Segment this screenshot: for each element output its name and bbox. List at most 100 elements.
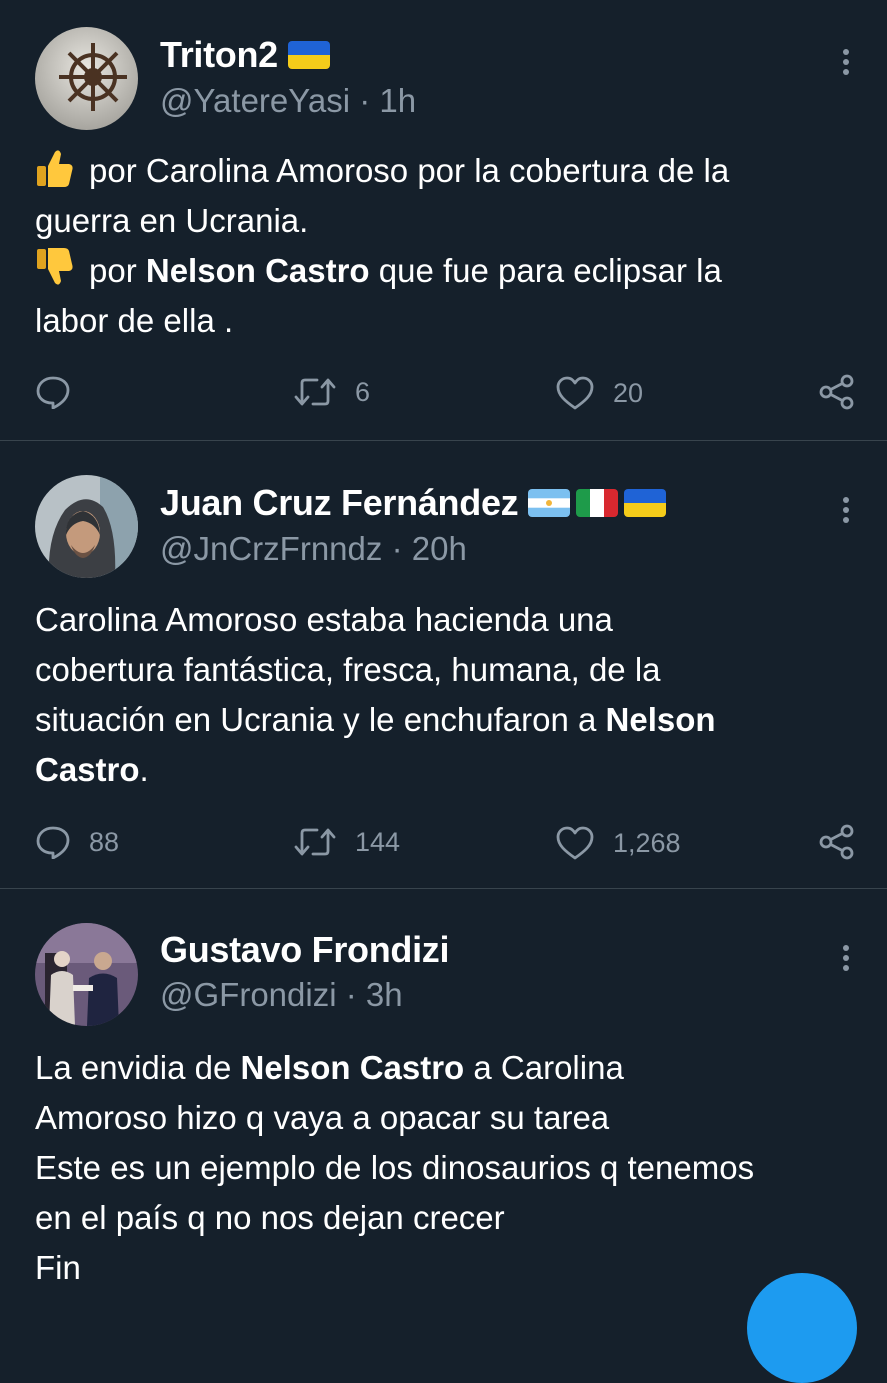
reply-icon	[36, 826, 70, 859]
italy-flag-icon	[576, 489, 619, 517]
separator: ·	[391, 530, 403, 567]
ukraine-flag-icon	[624, 489, 667, 517]
share-icon	[819, 374, 854, 410]
author-handle[interactable]: @GFrondizi	[160, 976, 337, 1013]
action-bar: 88 144 1,268	[0, 817, 887, 867]
tweet-line: cobertura fantástica, fresca, humana, de…	[35, 645, 865, 695]
separator: ·	[345, 976, 357, 1013]
timestamp[interactable]: 1h	[379, 82, 416, 119]
author-name[interactable]: Juan Cruz Fernández	[160, 482, 519, 524]
action-bar: 6 20	[0, 367, 887, 417]
handle-row: @JnCrzFrnndz · 20h	[160, 530, 467, 568]
tweet-line: situación en Ucrania y le enchufaron a N…	[35, 695, 865, 745]
line-text: labor de ella .	[35, 302, 234, 339]
handle-row: @GFrondizi · 3h	[160, 976, 403, 1014]
flag-list	[287, 41, 330, 69]
tweet-body: por Carolina Amoroso por la cobertura de…	[35, 146, 865, 346]
tweet-juan-cruz[interactable]: Juan Cruz Fernández @JnCrzFrnndz · 20h C…	[0, 441, 887, 888]
author-name[interactable]: Gustavo Frondizi	[160, 929, 450, 971]
more-dots-icon	[843, 943, 849, 973]
mention-bold: Nelson	[605, 701, 716, 738]
line-text: en el país q no nos dejan crecer	[35, 1199, 505, 1236]
photo-avatar-image	[35, 923, 138, 1026]
line-text: guerra en Ucrania.	[35, 202, 309, 239]
timestamp[interactable]: 3h	[366, 976, 403, 1013]
flag-list	[528, 489, 667, 517]
heart-icon	[556, 826, 594, 860]
more-options-button[interactable]	[826, 42, 866, 82]
mention-bold: Nelson Castro	[240, 1049, 465, 1086]
retweet-button[interactable]: 6	[293, 375, 370, 409]
tweet-line: por Carolina Amoroso por la cobertura de…	[35, 146, 865, 196]
ship-wheel-avatar-image	[35, 27, 138, 130]
heart-icon	[556, 376, 594, 410]
line-text: que fue para eclipsar la	[369, 252, 722, 289]
share-icon	[819, 824, 854, 860]
person-avatar-image	[35, 475, 138, 578]
tweet-line: Amoroso hizo q vaya a opacar su tarea	[35, 1093, 865, 1143]
argentina-flag-icon	[528, 489, 571, 517]
author-handle[interactable]: @YatereYasi	[160, 82, 350, 119]
retweet-button[interactable]: 144	[293, 825, 400, 859]
timestamp[interactable]: 20h	[412, 530, 467, 567]
more-dots-icon	[843, 47, 849, 77]
tweet-line: guerra en Ucrania.	[35, 196, 865, 246]
tweet-line: labor de ella .	[35, 296, 865, 346]
thumbs-up-icon	[35, 146, 75, 190]
retweet-count: 144	[355, 826, 401, 857]
line-text: situación en Ucrania y le enchufaron a	[35, 701, 606, 738]
tweet-line: Fin	[35, 1243, 865, 1293]
share-button[interactable]	[818, 373, 856, 411]
compose-tweet-button[interactable]	[747, 1273, 857, 1383]
thumbs-down-icon	[35, 246, 75, 290]
line-text: por	[89, 252, 146, 289]
author-row: Gustavo Frondizi	[160, 929, 450, 971]
author-row: Triton2	[160, 34, 330, 76]
more-options-button[interactable]	[826, 938, 866, 978]
tweet-line: Este es un ejemplo de los dinosaurios q …	[35, 1143, 865, 1193]
retweet-icon	[294, 378, 336, 406]
retweet-count: 6	[355, 376, 371, 407]
like-button[interactable]: 20	[555, 375, 643, 411]
line-text: Amoroso hizo q vaya a opacar su tarea	[35, 1099, 610, 1136]
avatar-juan-cruz[interactable]	[35, 475, 138, 578]
author-handle[interactable]: @JnCrzFrnndz	[160, 530, 382, 567]
tweet-line: La envidia de Nelson Castro a Carolina	[35, 1043, 865, 1093]
more-dots-icon	[843, 495, 849, 525]
tweet-body: La envidia de Nelson Castro a Carolina A…	[35, 1043, 865, 1293]
line-text: Este es un ejemplo de los dinosaurios q …	[35, 1149, 755, 1186]
line-text: por Carolina Amoroso por la cobertura de…	[89, 152, 730, 189]
tweet-line: por Nelson Castro que fue para eclipsar …	[35, 246, 865, 296]
separator: ·	[359, 82, 371, 119]
more-options-button[interactable]	[826, 490, 866, 530]
author-name[interactable]: Triton2	[160, 34, 278, 76]
tweet-triton2[interactable]: Triton2 @YatereYasi · 1h por Carolina Am…	[0, 0, 887, 440]
mention-bold: Castro	[35, 751, 140, 788]
line-text: cobertura fantástica, fresca, humana, de…	[35, 651, 661, 688]
reply-button[interactable]: 88	[35, 825, 119, 859]
handle-row: @YatereYasi · 1h	[160, 82, 416, 120]
tweet-line: Carolina Amoroso estaba hacienda una	[35, 595, 865, 645]
ukraine-flag-icon	[287, 41, 330, 69]
line-text: Fin	[35, 1249, 81, 1286]
retweet-icon	[294, 828, 336, 856]
reply-icon	[36, 376, 70, 409]
avatar-gustavo[interactable]	[35, 923, 138, 1026]
line-text: La envidia de	[35, 1049, 241, 1086]
tweet-gustavo[interactable]: Gustavo Frondizi @GFrondizi · 3h La envi…	[0, 889, 887, 1295]
tweet-line: Castro.	[35, 745, 865, 795]
like-count: 1,268	[613, 827, 681, 858]
mention-bold: Nelson Castro	[145, 252, 370, 289]
line-text: .	[139, 751, 149, 788]
like-count: 20	[613, 377, 644, 408]
share-button[interactable]	[818, 823, 856, 861]
line-text: Carolina Amoroso estaba hacienda una	[35, 601, 613, 638]
reply-count: 88	[89, 826, 120, 857]
reply-button[interactable]	[35, 375, 89, 409]
avatar-triton2[interactable]	[35, 27, 138, 130]
like-button[interactable]: 1,268	[555, 825, 681, 861]
author-row: Juan Cruz Fernández	[160, 482, 667, 524]
tweet-body: Carolina Amoroso estaba hacienda una cob…	[35, 595, 865, 795]
line-text: a Carolina	[464, 1049, 624, 1086]
tweet-line: en el país q no nos dejan crecer	[35, 1193, 865, 1243]
